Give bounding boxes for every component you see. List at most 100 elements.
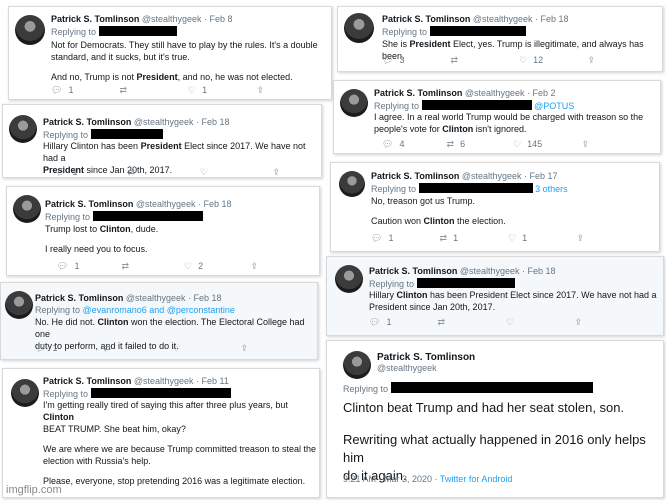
author-name[interactable]: Patrick S. Tomlinson	[43, 117, 131, 127]
retweet-icon: ⇄	[450, 55, 459, 65]
mention-link[interactable]: @POTUS	[534, 101, 574, 111]
avatar[interactable]	[13, 195, 41, 223]
like-button[interactable]: ♡ 1	[508, 233, 574, 244]
author-handle[interactable]: @stealthygeek	[126, 293, 186, 303]
author-handle[interactable]: @stealthygeek	[462, 171, 522, 181]
reply-icon: 💬︎	[57, 261, 69, 271]
timestamp[interactable]: 9:21 AM · Mar 3, 2020 ·	[343, 474, 440, 484]
tweet-actions: 💬︎ 3 ⇄ ♡ 12 ⇪	[382, 55, 652, 66]
replying-to: Replying to	[43, 129, 163, 140]
retweet-button[interactable]: ⇄ 6	[447, 139, 511, 150]
tweet-header: Patrick S. Tomlinson @stealthygeek · Feb…	[371, 171, 558, 181]
avatar[interactable]	[339, 171, 365, 197]
author-handle[interactable]: @stealthygeek	[460, 266, 520, 276]
reply-button[interactable]: 💬︎ 1	[55, 167, 125, 177]
like-button[interactable]: ♡ 145	[513, 139, 579, 150]
author-handle[interactable]: @stealthygeek	[136, 199, 196, 209]
avatar[interactable]	[15, 15, 45, 45]
share-button[interactable]: ⇪	[577, 233, 591, 244]
like-button[interactable]: ♡ 2	[184, 261, 248, 272]
tweet-actions: 💬︎ 1 ⇄ ♡ 2 ⇪	[57, 261, 319, 272]
author-name[interactable]: Patrick S. Tomlinson	[377, 352, 475, 363]
others-link[interactable]: 3 others	[535, 184, 568, 194]
tweet-date[interactable]: Feb 2	[533, 88, 556, 98]
author-handle[interactable]: @stealthygeek	[377, 363, 475, 373]
tweet-date[interactable]: Feb 11	[202, 376, 229, 386]
author-name[interactable]: Patrick S. Tomlinson	[51, 14, 139, 24]
retweet-button[interactable]: ⇄	[122, 261, 182, 272]
replying-to: Replying to	[51, 26, 177, 37]
tweet-date[interactable]: Feb 18	[528, 266, 556, 276]
retweet-button[interactable]: ⇄	[104, 343, 170, 354]
retweet-button[interactable]: ⇄	[120, 85, 186, 96]
tweet-actions: 💬︎ 1 ⇄ ♡ ⇪	[55, 167, 319, 177]
retweet-button[interactable]: ⇄	[128, 167, 198, 177]
mention-link[interactable]: @evanromano6 and @perconstantine	[83, 305, 235, 315]
tweet-date[interactable]: Feb 8	[210, 14, 233, 24]
share-icon: ⇪	[581, 139, 590, 149]
tweet-date[interactable]: Feb 17	[530, 171, 558, 181]
author-handle[interactable]: @stealthygeek	[142, 14, 202, 24]
like-button[interactable]: ♡	[172, 343, 238, 354]
source-link[interactable]: Twitter for Android	[440, 474, 513, 484]
tweet-card: Patrick S. Tomlinson @stealthygeek · Feb…	[333, 80, 661, 154]
reply-button[interactable]: 💬︎ 3	[382, 55, 448, 66]
avatar[interactable]	[335, 265, 363, 293]
share-button[interactable]: ⇪	[257, 85, 271, 96]
reply-icon: 💬︎	[51, 85, 63, 95]
author-name[interactable]: Patrick S. Tomlinson	[374, 88, 462, 98]
author-handle[interactable]: @stealthygeek	[465, 88, 525, 98]
tweet-card: Patrick S. Tomlinson @stealthygeek · Feb…	[8, 6, 332, 100]
reply-button[interactable]: 💬︎ 1	[57, 261, 119, 272]
share-button[interactable]: ⇪	[251, 261, 265, 272]
reply-button[interactable]: 💬︎ 1	[369, 317, 435, 328]
retweet-icon: ⇄	[437, 317, 446, 327]
avatar[interactable]	[343, 351, 371, 379]
author-name[interactable]: Patrick S. Tomlinson	[43, 376, 131, 386]
share-button[interactable]: ⇪	[575, 317, 589, 328]
avatar[interactable]	[340, 89, 368, 117]
tweet-card: Patrick S. Tomlinson @stealthygeek · Feb…	[6, 186, 320, 276]
share-button[interactable]: ⇪	[241, 343, 255, 354]
replying-to: Replying to @evanromano6 and @perconstan…	[35, 305, 235, 315]
share-button[interactable]: ⇪	[273, 167, 287, 177]
reply-icon: 💬︎	[382, 55, 394, 65]
author-name[interactable]: Patrick S. Tomlinson	[382, 14, 470, 24]
reply-button[interactable]: 💬︎ 4	[382, 139, 444, 150]
replying-to: Replying to	[369, 278, 515, 289]
share-button[interactable]: ⇪	[588, 55, 602, 66]
like-icon: ♡	[184, 261, 193, 271]
reply-button[interactable]: 💬︎ 1	[51, 85, 117, 96]
like-button[interactable]: ♡ 1	[188, 85, 254, 96]
watermark: imgflip.com	[6, 484, 62, 496]
author-name[interactable]: Patrick S. Tomlinson	[369, 266, 457, 276]
tweet-date[interactable]: Feb 18	[541, 14, 569, 24]
author-handle[interactable]: @stealthygeek	[473, 14, 533, 24]
retweet-button[interactable]: ⇄	[438, 317, 504, 328]
avatar[interactable]	[9, 115, 37, 143]
retweet-icon: ⇄	[119, 85, 128, 95]
author-handle[interactable]: @stealthygeek	[134, 376, 194, 386]
retweet-button[interactable]: ⇄ 1	[440, 233, 506, 244]
tweet-date[interactable]: Feb 18	[204, 199, 232, 209]
author-name[interactable]: Patrick S. Tomlinson	[371, 171, 459, 181]
reply-button[interactable]: 💬︎ 1	[35, 343, 101, 354]
author-handle[interactable]: @stealthygeek	[134, 117, 194, 127]
author-name[interactable]: Patrick S. Tomlinson	[35, 293, 123, 303]
avatar[interactable]	[11, 379, 39, 407]
avatar[interactable]	[344, 13, 374, 43]
replying-to: Replying to	[382, 26, 526, 37]
share-button[interactable]: ⇪	[582, 139, 596, 150]
like-button[interactable]: ♡ 12	[519, 55, 585, 66]
like-button[interactable]: ♡	[200, 167, 270, 177]
tweet-header: Patrick S. Tomlinson @stealthygeek · Feb…	[43, 117, 230, 127]
author-name[interactable]: Patrick S. Tomlinson	[45, 199, 133, 209]
like-button[interactable]: ♡	[506, 317, 572, 328]
tweet-header: Patrick S. Tomlinson @stealthygeek · Feb…	[374, 88, 556, 98]
tweet-actions: 💬︎ 4 ⇄ 6 ♡ 145 ⇪	[382, 139, 652, 150]
retweet-button[interactable]: ⇄	[451, 55, 517, 66]
tweet-date[interactable]: Feb 18	[194, 293, 222, 303]
tweet-date[interactable]: Feb 18	[202, 117, 230, 127]
avatar[interactable]	[5, 291, 33, 319]
reply-button[interactable]: 💬︎ 1	[371, 233, 437, 244]
